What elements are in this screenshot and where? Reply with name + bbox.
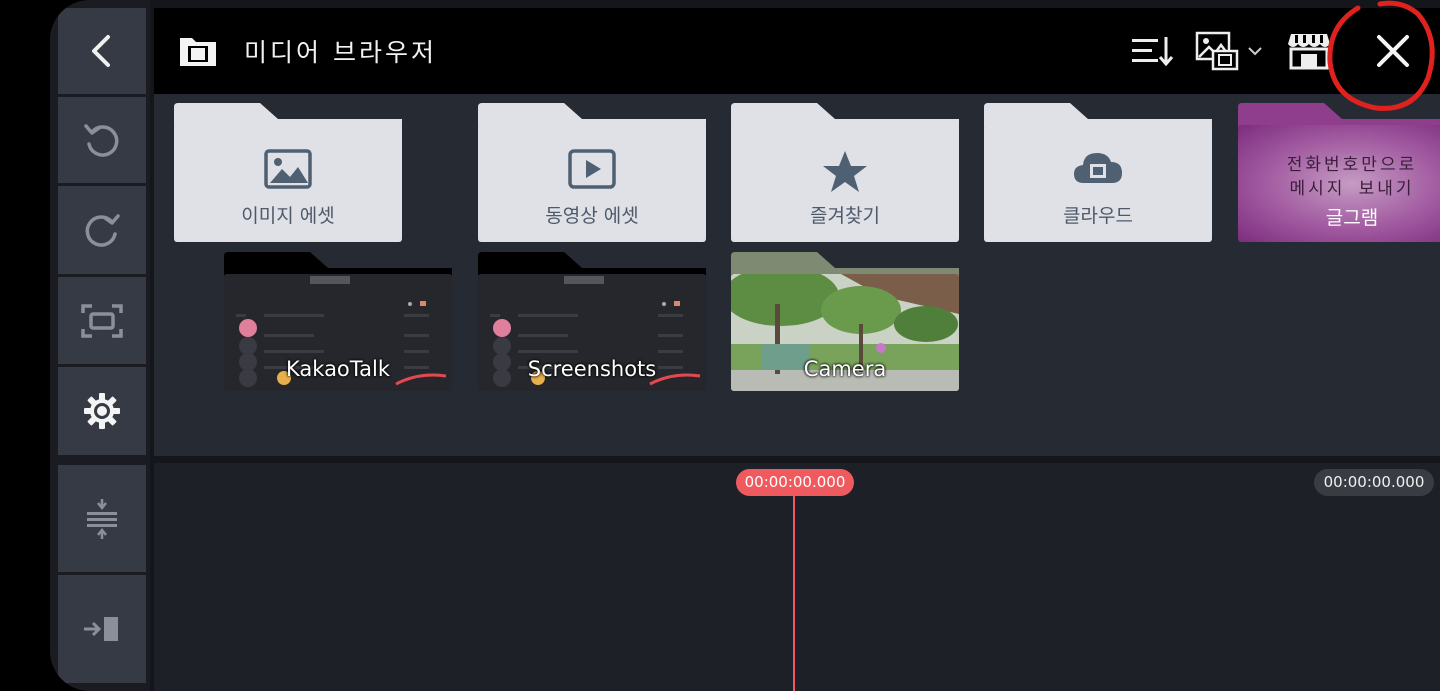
folder-label: 이미지 에셋 <box>241 205 335 227</box>
left-toolbar <box>50 0 150 691</box>
folder-geulgram[interactable]: 전화번호만으로 메시지 보내기 글그램 <box>1238 103 1440 242</box>
album-label: KakaoTalk <box>286 357 390 381</box>
layer-adjust-icon <box>87 498 117 539</box>
total-duration: 00:00:00.000 <box>1314 469 1434 496</box>
folder-label: 즐겨찾기 <box>810 205 880 227</box>
image-icon <box>264 149 312 189</box>
export-button[interactable] <box>58 575 146 683</box>
redo-button[interactable] <box>58 186 146 274</box>
folder-video-assets[interactable]: 동영상 에셋 <box>478 103 706 242</box>
fullscreen-button[interactable] <box>58 277 146 364</box>
folder-favorites[interactable]: 즐겨찾기 <box>731 103 959 242</box>
album-label: Camera <box>803 357 887 381</box>
sort-icon <box>1132 37 1174 67</box>
page-title: 미디어 브라우저 <box>244 38 437 67</box>
chevron-down-icon <box>1248 47 1262 56</box>
back-icon <box>92 35 110 67</box>
annotation-circle <box>1327 0 1435 111</box>
sort-button[interactable] <box>1118 8 1188 94</box>
folder-label: 클라우드 <box>1063 205 1133 227</box>
cloud-icon <box>1074 153 1122 183</box>
album-label: Screenshots <box>527 357 657 381</box>
timeline[interactable]: 00:00:00.000 00:00:00.000 <box>154 463 1440 691</box>
media-browser-header: 미디어 브라우저 <box>154 8 1440 94</box>
export-icon <box>84 617 118 641</box>
album-camera[interactable]: Camera <box>731 252 959 391</box>
undo-icon <box>84 124 119 157</box>
settings-icon <box>84 393 120 429</box>
album-screenshots[interactable]: Screenshots <box>478 252 706 391</box>
album-thumbnail: Screenshots <box>478 274 706 391</box>
playhead[interactable] <box>793 496 795 691</box>
media-filter-icon <box>1195 31 1239 71</box>
redo-icon <box>85 214 120 247</box>
media-filter-button[interactable] <box>1188 8 1270 94</box>
back-button[interactable] <box>58 8 146 94</box>
fullscreen-icon <box>81 303 123 338</box>
folder-label: 글그램 <box>1325 207 1379 229</box>
layer-adjust-button[interactable] <box>58 465 146 572</box>
folder-cloud[interactable]: 클라우드 <box>984 103 1212 242</box>
device-screen: 미디어 브라우저 이미지 에셋 동영상 에셋 즐겨찾기 클라우드 전화번호만으로… <box>50 0 1440 691</box>
folder-image-assets[interactable]: 이미지 에셋 <box>174 103 402 242</box>
folder-poster-text: 전화번호만으로 메시지 보내기 <box>1286 155 1418 199</box>
star-icon <box>823 151 867 192</box>
folder-label: 동영상 에셋 <box>545 205 639 227</box>
album-thumbnail: KakaoTalk <box>224 274 452 391</box>
settings-button[interactable] <box>58 367 146 455</box>
video-icon <box>568 149 616 189</box>
film-folder-icon <box>180 38 216 66</box>
album-thumbnail: Camera <box>731 274 959 391</box>
playhead-time[interactable]: 00:00:00.000 <box>736 469 854 496</box>
undo-button[interactable] <box>58 97 146 183</box>
media-browser-panel: 이미지 에셋 동영상 에셋 즐겨찾기 클라우드 전화번호만으로 메시지 보내기 … <box>154 94 1440 456</box>
album-kakaotalk[interactable]: KakaoTalk <box>224 252 452 391</box>
